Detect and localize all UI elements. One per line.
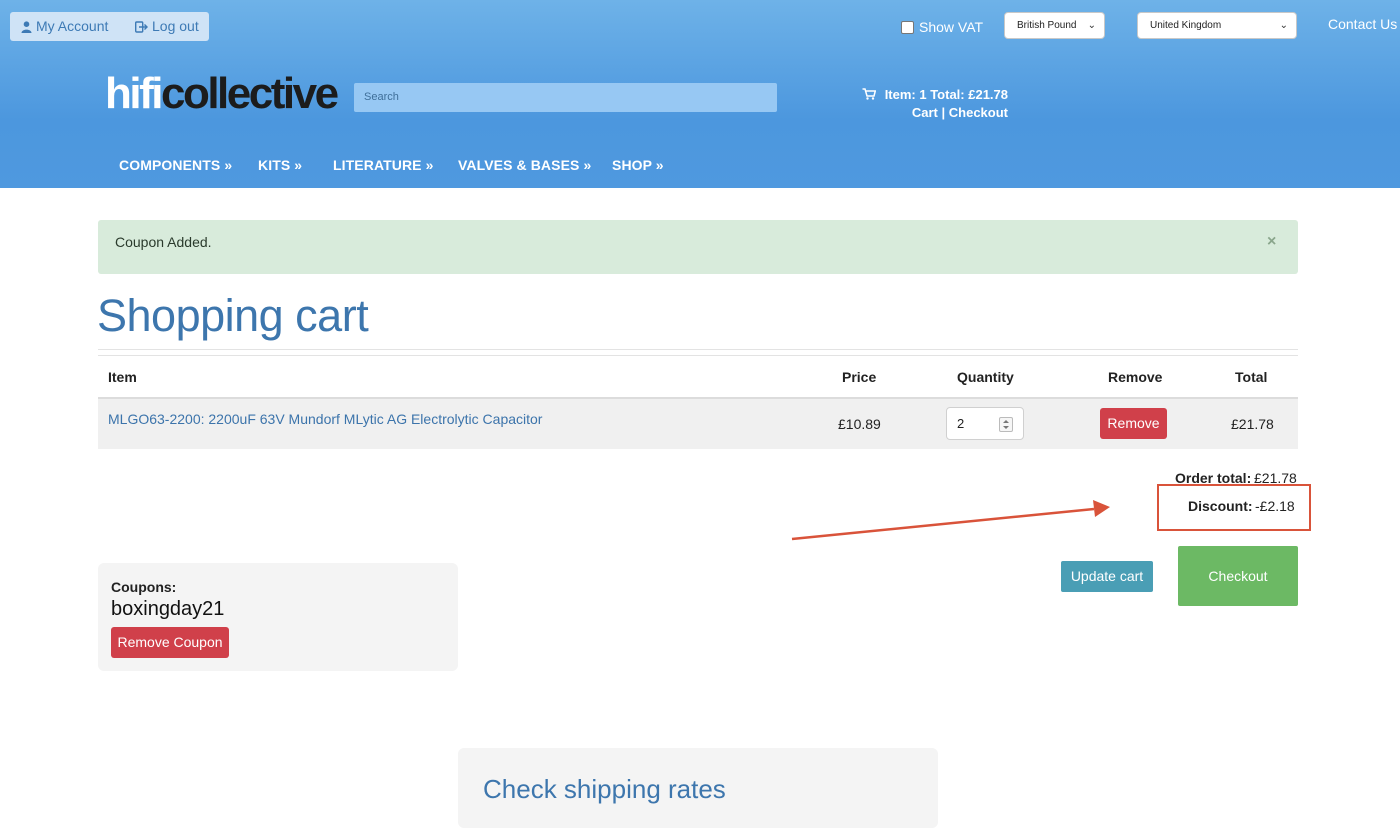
- shipping-rates-title: Check shipping rates: [483, 774, 726, 804]
- remove-coupon-button[interactable]: Remove Coupon: [111, 627, 229, 658]
- shipping-rates-panel: Check shipping rates: [458, 748, 938, 828]
- coupons-panel: Coupons: boxingday21 Remove Coupon: [98, 563, 458, 671]
- update-cart-button[interactable]: Update cart: [1061, 561, 1153, 592]
- checkout-button[interactable]: Checkout: [1178, 546, 1298, 606]
- annotation-arrow: [791, 500, 1110, 541]
- coupons-label: Coupons:: [111, 579, 177, 595]
- coupon-code: boxingday21: [111, 598, 225, 620]
